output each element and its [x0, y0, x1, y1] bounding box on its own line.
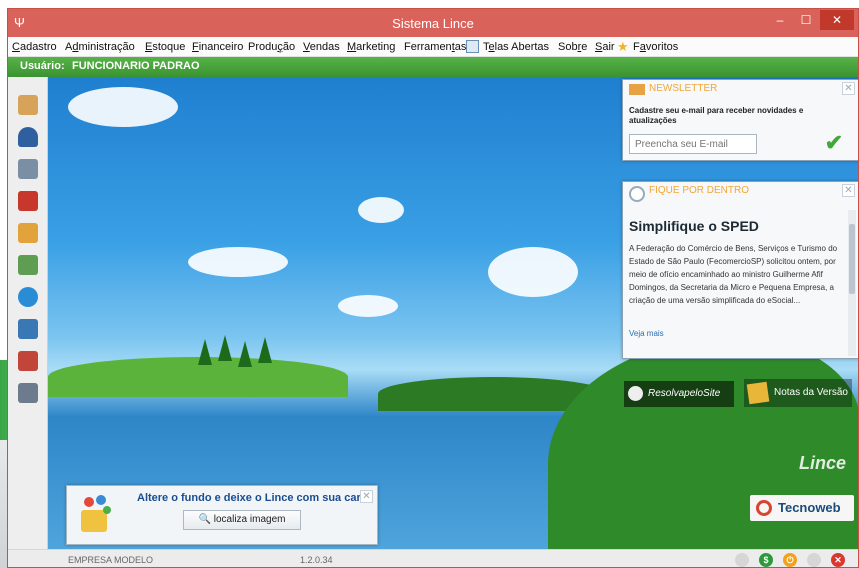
menu-administracao[interactable]: Administração — [65, 41, 135, 53]
red-truck-icon[interactable] — [18, 191, 38, 211]
resolva-link[interactable]: ResolvapeloSite — [624, 381, 734, 407]
tree — [258, 337, 272, 363]
release-notes-link[interactable]: Notas da Versão — [744, 379, 852, 407]
app-window: Ψ Sistema Lince – ☐ ✕ Cadastro Administr… — [7, 8, 859, 568]
cloud — [338, 295, 398, 317]
menu-producao[interactable]: Produção — [248, 41, 295, 53]
wallpaper-close-button[interactable]: ✕ — [360, 490, 373, 503]
close-button[interactable]: ✕ — [820, 10, 854, 30]
newsletter-panel: NEWSLETTER ✕ Cadastre seu e-mail para re… — [622, 79, 858, 161]
status-power-icon[interactable]: ⏻ — [783, 553, 797, 567]
tree — [218, 335, 232, 361]
window-title: Sistema Lince — [392, 16, 474, 31]
cloud — [68, 87, 178, 127]
tecnoweb-logo: Tecnoweb — [750, 495, 854, 521]
menu-financeiro[interactable]: Financeiro — [192, 41, 243, 53]
user-name: FUNCIONARIO PADRAO — [72, 60, 200, 72]
check-icon[interactable]: ✔ — [821, 130, 847, 156]
email-input[interactable] — [629, 134, 757, 154]
cloud — [488, 247, 578, 297]
computer-icon[interactable] — [18, 319, 38, 339]
paint-icon — [81, 495, 111, 532]
news-scrollbar[interactable] — [848, 210, 856, 356]
tag-icon[interactable] — [18, 351, 38, 371]
status-bar: EMPRESA MODELO 1.2.0.34 $ ⏻ ✕ — [8, 549, 858, 567]
tecnoweb-icon — [756, 500, 772, 516]
cloud — [188, 247, 288, 277]
user-bar: Usuário: FUNCIONARIO PADRAO — [8, 57, 858, 77]
newsletter-text: Cadastre seu e-mail para receber novidad… — [629, 106, 804, 125]
status-close-icon[interactable]: ✕ — [831, 553, 845, 567]
title-bar: Ψ Sistema Lince – ☐ ✕ — [8, 9, 858, 37]
news-headline: Simplifique o SPED — [629, 218, 759, 234]
version-number: 1.2.0.34 — [300, 555, 333, 565]
resolva-label: ResolvapeloSite — [648, 388, 721, 399]
menu-bar: Cadastro Administração Estoque Financeir… — [8, 37, 858, 57]
truck-icon[interactable] — [18, 159, 38, 179]
news-panel-title: FIQUE POR DENTRO — [649, 185, 750, 196]
package-icon[interactable] — [18, 223, 38, 243]
news-close-button[interactable]: ✕ — [842, 184, 855, 197]
status-dollar-icon[interactable]: $ — [759, 553, 773, 567]
tecnoweb-label: Tecnoweb — [778, 500, 841, 515]
menu-favoritos[interactable]: Favoritos — [633, 41, 678, 53]
scrollbar-thumb[interactable] — [849, 224, 855, 294]
status-gray2-icon[interactable] — [807, 553, 821, 567]
news-icon — [629, 186, 645, 202]
notes-icon — [746, 381, 770, 405]
menu-vendas[interactable]: Vendas — [303, 41, 340, 53]
box-icon[interactable] — [18, 95, 38, 115]
wallpaper-panel: Altere o fundo e deixe o Lince com sua c… — [66, 485, 378, 545]
user-label: Usuário: — [20, 60, 65, 72]
cloud — [358, 197, 404, 223]
menu-marketing[interactable]: Marketing — [347, 41, 395, 53]
wallpaper-message: Altere o fundo e deixe o Lince com sua c… — [137, 492, 367, 504]
windows-icon — [466, 40, 479, 53]
desktop-wallpaper: NEWSLETTER ✕ Cadastre seu e-mail para re… — [48, 77, 858, 549]
star-icon: ★ — [617, 39, 629, 54]
tree — [198, 339, 212, 365]
left-toolbar — [8, 77, 48, 549]
company-name: EMPRESA MODELO — [68, 555, 154, 565]
newsletter-title: NEWSLETTER — [649, 83, 718, 94]
user-stamp-icon[interactable] — [18, 127, 38, 147]
menu-ferramentas[interactable]: Ferramentas — [404, 41, 466, 53]
maximize-button[interactable]: ☐ — [792, 10, 820, 30]
sync-icon[interactable] — [18, 287, 38, 307]
release-notes-label: Notas da Versão — [774, 387, 848, 398]
question-icon — [628, 386, 643, 401]
menu-sobre[interactable]: Sobre — [558, 41, 587, 53]
menu-estoque[interactable]: Estoque — [145, 41, 185, 53]
envelope-icon — [629, 84, 645, 95]
tree — [238, 341, 252, 367]
newsletter-close-button[interactable]: ✕ — [842, 82, 855, 95]
news-body: A Federação do Comércio de Bens, Serviço… — [629, 244, 838, 305]
menu-cadastro[interactable]: Cadastro — [12, 41, 57, 53]
find-image-button[interactable]: 🔍 localiza imagem — [183, 510, 301, 530]
news-more-link[interactable]: Veja mais — [629, 329, 664, 338]
menu-telas-abertas[interactable]: Telas Abertas — [483, 41, 549, 53]
menu-sair[interactable]: Sair — [595, 41, 615, 53]
minimize-button[interactable]: – — [766, 10, 794, 30]
news-panel: FIQUE POR DENTRO ✕ Simplifique o SPED A … — [622, 181, 858, 359]
money-icon[interactable] — [18, 255, 38, 275]
lince-logo: Lince — [798, 453, 846, 473]
monitor-icon[interactable] — [18, 383, 38, 403]
status-gray-icon[interactable] — [735, 553, 749, 567]
